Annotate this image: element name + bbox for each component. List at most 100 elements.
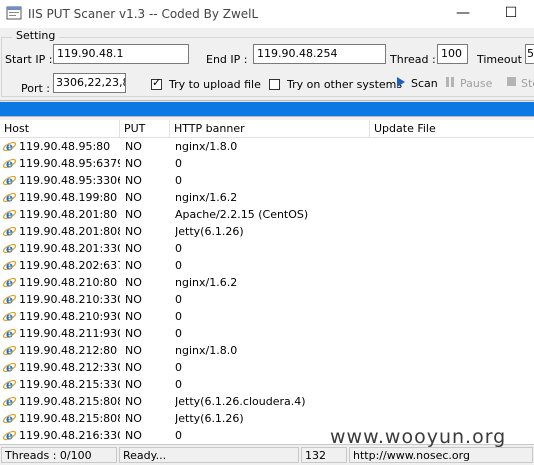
http-banner-cell: nginx/1.8.0 [175, 140, 238, 153]
scan-button[interactable]: Scan [395, 76, 438, 90]
put-cell: NO [125, 140, 142, 153]
stop-label: Ste [521, 77, 534, 90]
host-cell: 119.90.48.210:3306 [19, 293, 120, 306]
http-banner-cell: 0 [175, 378, 182, 391]
table-row[interactable]: e 119.90.48.201:3306 NO 0 [0, 240, 534, 257]
http-banner-cell: nginx/1.8.0 [175, 344, 238, 357]
put-cell: NO [125, 259, 142, 272]
ie-globe-icon: e [2, 209, 17, 222]
status-state: Ready... [119, 447, 299, 463]
other-systems-label: Try on other systems [287, 78, 403, 91]
table-row[interactable]: e 119.90.48.212:3306 NO 0 [0, 359, 534, 376]
put-cell: NO [125, 242, 142, 255]
table-row[interactable]: e 119.90.48.210:3306 NO 0 [0, 291, 534, 308]
table-row[interactable]: e 119.90.48.95:80 NO nginx/1.8.0 [0, 138, 534, 155]
ie-globe-icon: e [2, 141, 17, 154]
put-cell: NO [125, 225, 142, 238]
status-threads: Threads : 0/100 [1, 447, 117, 463]
http-banner-cell: 0 [175, 327, 182, 340]
title-bar: IIS PUT Scaner v1.3 -- Coded By ZwelL — … [0, 0, 534, 28]
ie-globe-icon: e [2, 243, 17, 256]
maximize-button[interactable]: ☐ [488, 0, 534, 28]
start-ip-input[interactable]: 119.90.48.1 [53, 44, 189, 64]
column-header-put[interactable]: PUT [120, 120, 170, 137]
svg-text:e: e [6, 175, 13, 188]
table-row[interactable]: e 119.90.48.215:8084 NO Jetty(6.1.26.cloude… [0, 393, 534, 410]
checkmark-icon: ✓ [152, 76, 162, 89]
column-header-host[interactable]: Host [0, 120, 120, 137]
ie-globe-icon: e [2, 379, 17, 392]
ie-globe-icon: e [2, 413, 17, 426]
put-cell: NO [125, 293, 142, 306]
put-cell: NO [125, 361, 142, 374]
svg-text:e: e [6, 345, 13, 358]
svg-text:e: e [6, 141, 13, 154]
host-cell: 119.90.48.95:6379 [19, 157, 120, 170]
scan-progress-fill [0, 102, 534, 116]
ie-globe-icon: e [2, 362, 17, 375]
start-ip-label: Start IP : [5, 53, 53, 66]
port-input[interactable]: 3306,22,23,80 [53, 73, 126, 93]
results-list[interactable]: Host PUT HTTP banner Update File e 119.90… [0, 120, 534, 444]
host-cell: 119.90.48.212:3306 [19, 361, 120, 374]
svg-text:e: e [6, 209, 13, 222]
upload-file-label: Try to upload file [169, 78, 261, 91]
table-row[interactable]: e 119.90.48.95:3306 NO 0 [0, 172, 534, 189]
table-row[interactable]: e 119.90.48.95:6379 NO 0 [0, 155, 534, 172]
end-ip-input[interactable]: 119.90.48.254 [253, 44, 386, 64]
play-icon [397, 77, 405, 87]
http-banner-cell: 0 [175, 310, 182, 323]
table-row[interactable]: e 119.90.48.215:3306 NO 0 [0, 376, 534, 393]
svg-text:e: e [6, 413, 13, 426]
put-cell: NO [125, 344, 142, 357]
put-cell: NO [125, 378, 142, 391]
table-row[interactable]: e 119.90.48.210:80 NO nginx/1.6.2 [0, 274, 534, 291]
upload-file-checkbox[interactable]: ✓ [151, 76, 162, 90]
ie-globe-icon: e [2, 260, 17, 273]
stop-button[interactable]: Ste [505, 76, 534, 90]
put-cell: NO [125, 327, 142, 340]
svg-text:e: e [6, 396, 13, 409]
svg-text:e: e [6, 243, 13, 256]
host-cell: 119.90.48.211:9300 [19, 327, 120, 340]
http-banner-cell: nginx/1.6.2 [175, 191, 238, 204]
put-cell: NO [125, 157, 142, 170]
other-systems-checkbox[interactable] [269, 79, 280, 90]
pause-button[interactable]: Pause [444, 76, 492, 90]
table-row[interactable]: e 119.90.48.215:8080 NO Jetty(6.1.26) [0, 410, 534, 427]
ie-globe-icon: e [2, 311, 17, 324]
host-cell: 119.90.48.212:80 [19, 344, 118, 357]
table-row[interactable]: e 119.90.48.201:80 NO Apache/2.2.15 (CentOS… [0, 206, 534, 223]
ie-globe-icon: e [2, 328, 17, 341]
ie-globe-icon: e [2, 294, 17, 307]
column-header-http-banner[interactable]: HTTP banner [170, 120, 370, 137]
scan-progress-bar [0, 100, 534, 117]
table-row[interactable]: e 119.90.48.211:9300 NO 0 [0, 325, 534, 342]
thread-label: Thread : [390, 53, 436, 66]
http-banner-cell: 0 [175, 157, 182, 170]
timeout-input[interactable]: 5 [525, 44, 534, 64]
minimize-button[interactable]: — [440, 0, 486, 28]
table-row[interactable]: e 119.90.48.201:8080 NO Jetty(6.1.26) [0, 223, 534, 240]
table-row[interactable]: e 119.90.48.210:9300 NO 0 [0, 308, 534, 325]
column-header-update-file[interactable]: Update File [370, 120, 534, 137]
pause-label: Pause [460, 77, 493, 90]
table-row[interactable]: e 119.90.48.199:80 NO nginx/1.6.2 [0, 189, 534, 206]
ie-globe-icon: e [2, 175, 17, 188]
status-count: 132 [301, 447, 347, 463]
svg-text:e: e [6, 379, 13, 392]
svg-text:e: e [6, 328, 13, 341]
ie-globe-icon: e [2, 345, 17, 358]
put-cell: NO [125, 429, 142, 442]
results-rows: e 119.90.48.95:80 NO nginx/1.8.0 e 119.90.48.… [0, 138, 534, 444]
thread-input[interactable]: 100 [437, 44, 468, 64]
ie-globe-icon: e [2, 192, 17, 205]
table-row[interactable]: e 119.90.48.212:80 NO nginx/1.8.0 [0, 342, 534, 359]
ie-globe-icon: e [2, 226, 17, 239]
host-cell: 119.90.48.210:80 [19, 276, 118, 289]
table-row[interactable]: e 119.90.48.202:6379 NO 0 [0, 257, 534, 274]
host-cell: 119.90.48.215:8084 [19, 395, 120, 408]
http-banner-cell: Jetty(6.1.26) [175, 412, 244, 425]
http-banner-cell: Jetty(6.1.26) [175, 225, 244, 238]
put-cell: NO [125, 174, 142, 187]
